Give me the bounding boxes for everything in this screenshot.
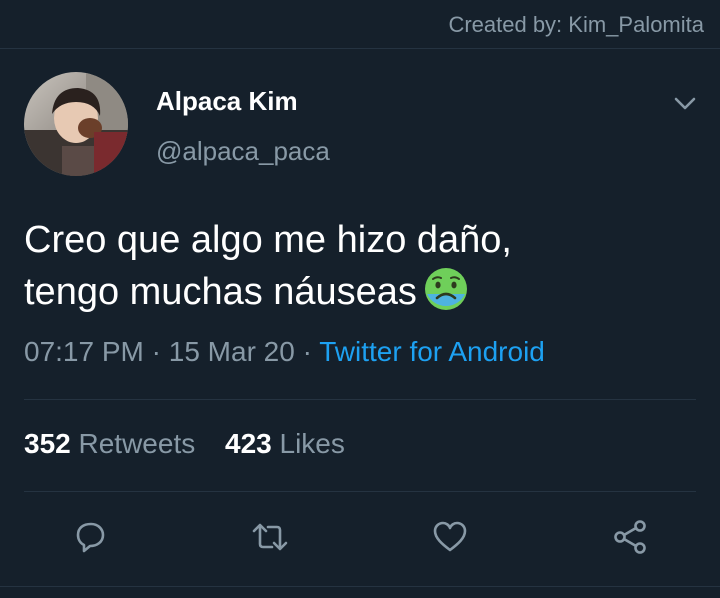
tweet-date: 15 Mar 20 [168,336,295,367]
likes-count: 423 [225,428,272,459]
tweet-stats: 352 Retweets 423 Likes [24,428,367,460]
tweet-text: Creo que algo me hizo daño, tengo muchas… [24,214,694,326]
likes-stat[interactable]: 423 Likes [225,428,345,459]
author-handle[interactable]: @alpaca_paca [156,136,330,167]
share-icon[interactable] [610,517,650,557]
retweets-count: 352 [24,428,71,459]
retweet-icon[interactable] [250,517,290,557]
meta-separator: · [143,336,169,367]
divider [24,399,696,400]
tweet-time: 07:17 PM [24,336,144,367]
author-name[interactable]: Alpaca Kim [156,86,298,117]
avatar[interactable] [24,72,128,176]
divider [24,491,696,492]
nauseated-face-icon [423,266,469,326]
retweets-label: Retweets [78,428,196,459]
watermark-credit: Created by: Kim_Palomita [448,12,704,37]
tweet-line-1: Creo que algo me hizo daño, [24,219,512,261]
tweet-meta: 07:17 PM · 15 Mar 20 · Twitter for Andro… [24,336,545,368]
tweet-source-link[interactable]: Twitter for Android [319,336,545,367]
meta-separator: · [294,336,320,367]
top-bar: Created by: Kim_Palomita [0,0,720,49]
like-icon[interactable] [430,517,470,557]
chevron-down-icon[interactable] [670,88,700,118]
bottom-divider [0,586,720,587]
likes-label: Likes [279,428,345,459]
retweets-stat[interactable]: 352 Retweets [24,428,195,459]
reply-icon[interactable] [70,517,110,557]
tweet-line-2: tengo muchas náuseas [24,271,417,313]
